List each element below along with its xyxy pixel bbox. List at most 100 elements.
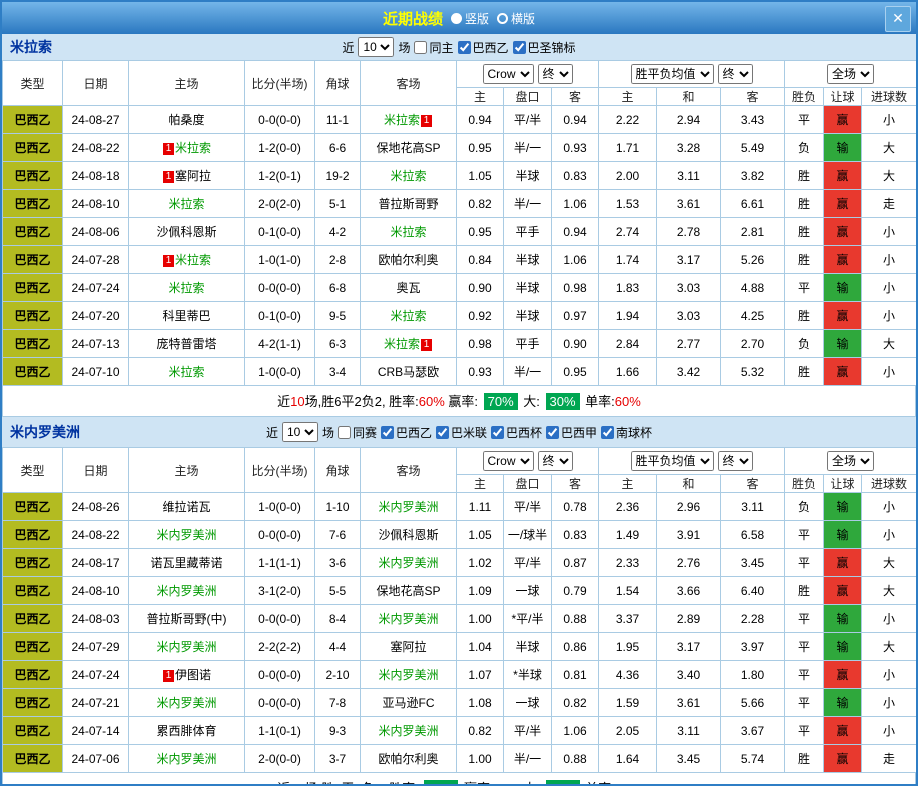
odds-stage-select[interactable]: 终 <box>538 451 573 471</box>
handicap-line: 半/一 <box>504 190 552 218</box>
filter-checkbox-巴米联[interactable]: 巴米联 <box>436 424 487 441</box>
avg-home: 2.05 <box>599 717 657 745</box>
match-date: 24-07-14 <box>63 717 129 745</box>
checkbox-input[interactable] <box>513 41 526 54</box>
close-icon[interactable]: ✕ <box>885 6 911 32</box>
filter-checkbox-巴西杯[interactable]: 巴西杯 <box>491 424 542 441</box>
match-row: 巴西乙24-08-10米内罗美洲3-1(2-0)5-5保地花高SP1.09一球0… <box>3 577 917 605</box>
view-option-vertical[interactable]: 竖版 <box>451 10 489 27</box>
checkbox-input[interactable] <box>338 426 351 439</box>
radio-selected-icon[interactable] <box>451 13 462 24</box>
away-team-name: 米拉索 <box>384 337 420 351</box>
score: 0-1(0-0) <box>245 218 315 246</box>
checkbox-input[interactable] <box>546 426 559 439</box>
avg-home: 4.36 <box>599 661 657 689</box>
scope-select[interactable]: 全场 <box>827 64 874 84</box>
league-type: 巴西乙 <box>3 162 63 190</box>
score: 2-0(0-0) <box>245 745 315 773</box>
recent-count-select[interactable]: 10 <box>282 422 318 442</box>
filter-checkbox-巴圣锦标[interactable]: 巴圣锦标 <box>513 39 576 56</box>
table-header-row: 类型日期主场比分(半场)角球客场Crow终胜平负均值终全场 <box>3 61 917 88</box>
home-team: 1塞阿拉 <box>129 162 245 190</box>
result-indicator: 负 <box>785 134 824 162</box>
away-team-name: 米拉索 <box>390 169 426 183</box>
summary-segment: 20% <box>424 780 458 786</box>
handicap-line: 一球 <box>504 689 552 717</box>
handicap-result: 输 <box>824 689 862 717</box>
handicap-result: 赢 <box>824 106 862 134</box>
handicap-result: 赢 <box>824 162 862 190</box>
goals-result: 大 <box>862 134 917 162</box>
checkbox-input[interactable] <box>491 426 504 439</box>
filter-checkbox-同主[interactable]: 同主 <box>414 39 453 56</box>
away-team-name: 欧帕尔利奥 <box>378 752 438 766</box>
away-team: 米拉索1 <box>361 106 457 134</box>
away-team-name: CRB马瑟欧 <box>378 365 439 379</box>
league-type: 巴西乙 <box>3 106 63 134</box>
odds-stage-select[interactable]: 终 <box>538 64 573 84</box>
away-team: 亚马逊FC <box>361 689 457 717</box>
avg-away: 5.74 <box>721 745 785 773</box>
red-card-badge: 1 <box>163 143 174 155</box>
away-team: 欧帕尔利奥 <box>361 745 457 773</box>
column-header: 日期 <box>63 448 129 493</box>
match-date: 24-07-20 <box>63 302 129 330</box>
subcolumn-header: 和 <box>657 475 721 493</box>
checkbox-input[interactable] <box>436 426 449 439</box>
home-team-name: 米拉索 <box>175 141 211 155</box>
match-date: 24-08-27 <box>63 106 129 134</box>
subcolumn-header: 主 <box>457 88 504 106</box>
avg-stage-select[interactable]: 终 <box>718 451 753 471</box>
scope-header: 全场 <box>785 61 917 88</box>
handicap-result: 赢 <box>824 661 862 689</box>
odds-source-select[interactable]: Crow <box>483 64 534 84</box>
home-odds: 1.00 <box>457 745 504 773</box>
avg-home: 2.33 <box>599 549 657 577</box>
column-header: 客场 <box>361 61 457 106</box>
corners: 8-4 <box>315 605 361 633</box>
avg-draw: 3.40 <box>657 661 721 689</box>
avg-draw: 3.11 <box>657 717 721 745</box>
match-row: 巴西乙24-07-14累西腓体育1-1(0-1)9-3米内罗美洲0.82平/半1… <box>3 717 917 745</box>
avg-away: 3.82 <box>721 162 785 190</box>
avg-source-select[interactable]: 胜平负均值 <box>631 451 714 471</box>
score: 2-2(2-2) <box>245 633 315 661</box>
checkbox-input[interactable] <box>381 426 394 439</box>
recent-count-select[interactable]: 10 <box>358 37 394 57</box>
filter-checkbox-label: 南球杯 <box>616 424 652 441</box>
home-team: 1伊图诺 <box>129 661 245 689</box>
filter-checkbox-巴西乙[interactable]: 巴西乙 <box>458 39 509 56</box>
filter-checkbox-南球杯[interactable]: 南球杯 <box>601 424 652 441</box>
summary-segment: 10 <box>290 781 304 786</box>
matches-table: 类型日期主场比分(半场)角球客场Crow终胜平负均值终全场主盘口客主和客胜负让球… <box>2 60 917 386</box>
red-card-badge: 1 <box>421 339 432 351</box>
scope-select[interactable]: 全场 <box>827 451 874 471</box>
result-indicator: 平 <box>785 521 824 549</box>
recent-label: 近 <box>342 39 354 56</box>
radio-unselected-icon[interactable] <box>497 13 508 24</box>
score: 1-1(1-1) <box>245 549 315 577</box>
filter-checkbox-同赛[interactable]: 同赛 <box>338 424 377 441</box>
filter-checkbox-巴西甲[interactable]: 巴西甲 <box>546 424 597 441</box>
away-team: 米内罗美洲 <box>361 493 457 521</box>
league-type: 巴西乙 <box>3 745 63 773</box>
result-indicator: 平 <box>785 717 824 745</box>
filter-checkbox-巴西乙[interactable]: 巴西乙 <box>381 424 432 441</box>
odds-source-select[interactable]: Crow <box>483 451 534 471</box>
match-row: 巴西乙24-08-181塞阿拉1-2(0-1)19-2米拉索1.05半球0.83… <box>3 162 917 190</box>
checkbox-input[interactable] <box>601 426 614 439</box>
home-odds: 1.00 <box>457 605 504 633</box>
avg-source-select[interactable]: 胜平负均值 <box>631 64 714 84</box>
home-team-name: 累西腓体育 <box>156 724 216 738</box>
avg-draw: 3.66 <box>657 577 721 605</box>
avg-stage-select[interactable]: 终 <box>718 64 753 84</box>
checkbox-input[interactable] <box>458 41 471 54</box>
view-option-horizontal[interactable]: 横版 <box>497 10 535 27</box>
avg-source-header: 胜平负均值终 <box>599 61 785 88</box>
filter-checkbox-label: 同赛 <box>353 424 377 441</box>
summary-segment: 场,胜2平7负1, 胜率: <box>305 781 423 786</box>
checkbox-input[interactable] <box>414 41 427 54</box>
home-odds: 0.98 <box>457 330 504 358</box>
home-team: 米拉索 <box>129 358 245 386</box>
avg-draw: 3.28 <box>657 134 721 162</box>
